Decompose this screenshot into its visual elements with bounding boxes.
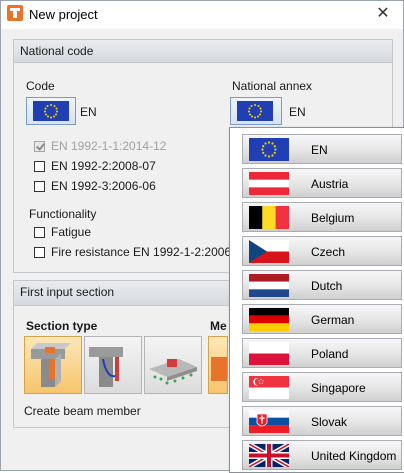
option-label: Czech (311, 245, 346, 259)
section-type-tile-1[interactable] (24, 336, 82, 394)
national-annex-label: National annex (232, 79, 313, 93)
window-title: New project (29, 7, 98, 22)
app-logo-icon (7, 5, 23, 21)
slab-section-icon (149, 359, 197, 385)
option-label: United Kingdom (311, 449, 397, 463)
member-icon (211, 357, 227, 381)
annex-option-czech[interactable]: Czech (242, 236, 402, 266)
option-label: Singapore (311, 381, 366, 395)
standard-label: EN 1992-2:2008-07 (51, 159, 156, 173)
option-label: EN (311, 143, 328, 157)
section-type-label: Section type (26, 319, 98, 333)
option-label: Belgium (311, 211, 355, 225)
option-label: German (311, 313, 355, 327)
t-section-icon (31, 343, 71, 387)
national-code-header: National code (14, 40, 392, 63)
eu-flag-icon (237, 101, 273, 121)
eu-flag-icon (33, 101, 69, 121)
close-icon[interactable]: ✕ (371, 3, 395, 25)
member-label: Me (210, 319, 227, 333)
member-tile-partial[interactable] (208, 336, 228, 394)
functionality-label: Functionality (29, 207, 97, 221)
annex-value: EN (289, 105, 306, 119)
german-flag-icon (249, 308, 289, 331)
annex-flag-button[interactable] (230, 97, 282, 125)
code-label: Code (26, 79, 55, 93)
annex-option-united-kingdom[interactable]: United Kingdom (242, 440, 402, 470)
slovak-flag-icon (249, 410, 289, 433)
checkbox[interactable] (34, 161, 45, 172)
functionality-item-label: Fire resistance EN 1992-1-2:2006- (51, 245, 236, 259)
annex-option-poland[interactable]: Poland (242, 338, 402, 368)
section-type-tile-3[interactable] (144, 336, 202, 394)
t-section-cut-icon (89, 347, 123, 387)
create-beam-member-label: Create beam member (24, 404, 141, 418)
poland-flag-icon (249, 342, 289, 365)
checkbox[interactable] (34, 181, 45, 192)
option-label: Austria (311, 177, 349, 191)
option-label: Poland (311, 347, 349, 361)
checkbox-checked-disabled[interactable] (34, 141, 45, 152)
option-label: Slovak (311, 415, 348, 429)
annex-option-en[interactable]: EN (242, 134, 402, 164)
national-annex-dropdown: EN Austria Belgium Czech Dutch German Po… (229, 127, 404, 473)
annex-option-singapore[interactable]: Singapore (242, 372, 402, 402)
annex-option-austria[interactable]: Austria (242, 168, 402, 198)
section-type-tile-2[interactable] (84, 336, 142, 394)
standard-label: EN 1992-1-1:2014-12 (51, 139, 167, 153)
option-label: Dutch (311, 279, 343, 293)
standard-label: EN 1992-3:2006-06 (51, 179, 156, 193)
checkbox[interactable] (34, 247, 45, 258)
annex-option-belgium[interactable]: Belgium (242, 202, 402, 232)
eu-flag-icon (249, 138, 289, 161)
austria-flag-icon (249, 172, 289, 195)
code-flag-button[interactable] (26, 97, 76, 125)
code-value: EN (80, 105, 97, 119)
dutch-flag-icon (249, 274, 289, 297)
annex-option-german[interactable]: German (242, 304, 402, 334)
belgium-flag-icon (249, 206, 289, 229)
checkbox[interactable] (34, 227, 45, 238)
czech-flag-icon (249, 240, 289, 263)
annex-option-dutch[interactable]: Dutch (242, 270, 402, 300)
functionality-item-label: Fatigue (51, 225, 92, 239)
uk-flag-icon (249, 444, 289, 467)
singapore-flag-icon (249, 376, 289, 399)
title-bar: New project ✕ (1, 1, 403, 29)
annex-option-slovak[interactable]: Slovak (242, 406, 402, 436)
